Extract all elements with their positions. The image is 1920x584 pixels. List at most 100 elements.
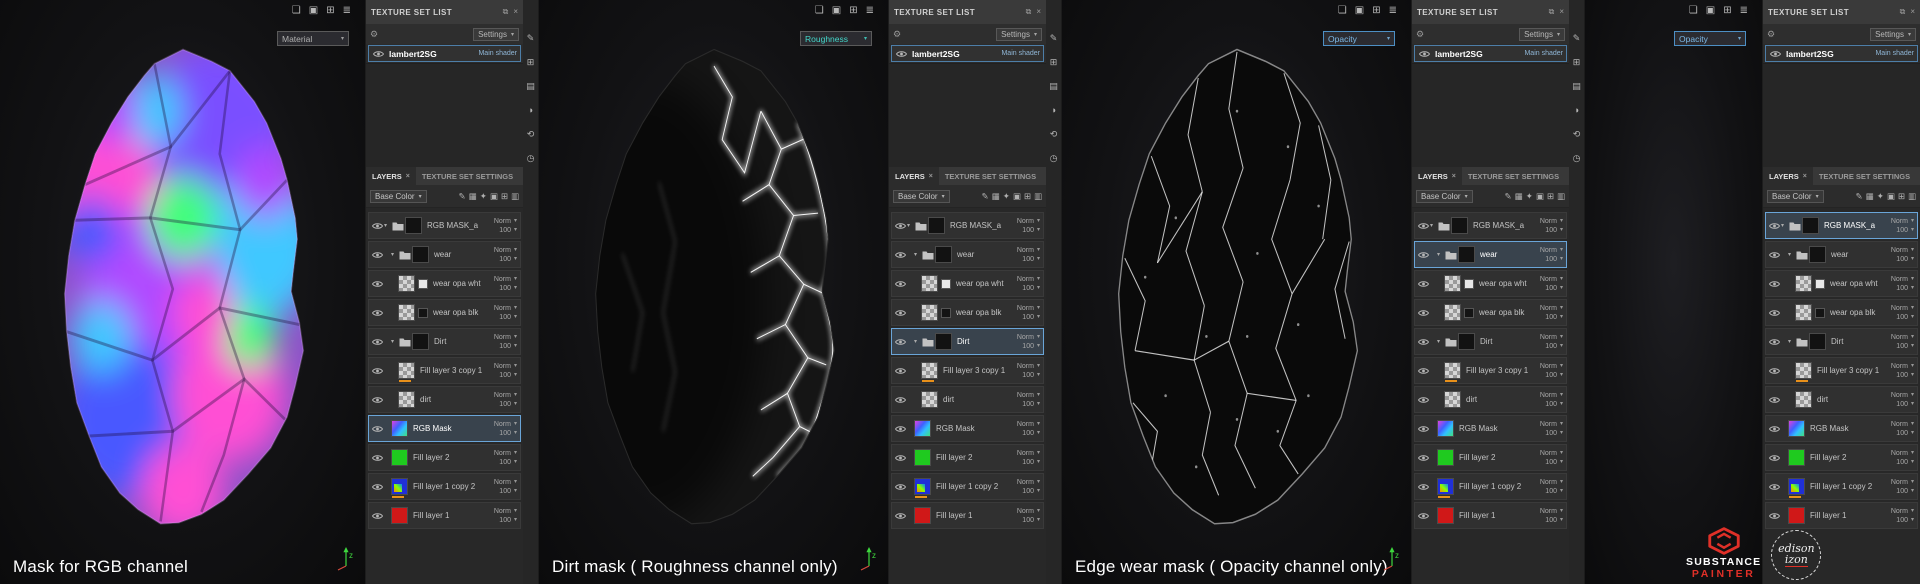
blend-mode-dropdown[interactable]: Norm ▾ [494,363,517,370]
gear-icon[interactable]: ⚙ [1767,29,1775,40]
blend-mode-dropdown[interactable]: Norm ▾ [1540,334,1563,341]
visibility-eye-icon[interactable] [894,512,907,520]
blend-mode-dropdown[interactable]: Norm ▾ [494,479,517,486]
opacity-dropdown[interactable]: 100 ▾ [499,488,517,495]
tab-texture-set-settings[interactable]: TEXTURE SET SETTINGS [939,167,1042,185]
gear-icon[interactable]: ⚙ [893,29,901,40]
blend-mode-dropdown[interactable]: Norm ▾ [1891,363,1914,370]
visibility-eye-icon[interactable] [371,338,384,346]
eraser-tool-icon[interactable]: ⊞ [1573,58,1581,67]
layer-row[interactable]: wear opa wht Norm ▾ 100 ▾ [1414,270,1567,297]
blend-mode-dropdown[interactable]: Norm ▾ [1017,421,1040,428]
panels-icon[interactable]: ❏ [815,6,824,16]
opacity-dropdown[interactable]: 100 ▾ [1545,285,1563,292]
opacity-dropdown[interactable]: 100 ▾ [1022,343,1040,350]
viewport-3d[interactable]: ❏ ▣ ⊞ ≣ Opacity ▾ [1585,0,1762,584]
tab-layers[interactable]: LAYERS × [889,167,939,185]
settings-dropdown[interactable]: Settings ▾ [473,27,519,41]
opacity-dropdown[interactable]: 100 ▾ [1545,430,1563,437]
camera-icon[interactable]: ▣ [832,6,841,16]
blend-mode-dropdown[interactable]: Norm ▾ [1017,305,1040,312]
stamp-icon[interactable]: ▦ [992,192,1000,201]
close-icon[interactable]: × [1452,173,1456,180]
visibility-eye-icon[interactable] [371,251,384,259]
layer-row[interactable]: RGB Mask Norm ▾ 100 ▾ [368,415,521,442]
layer-row[interactable]: Fill layer 1 copy 2 Norm ▾ 100 ▾ [891,473,1044,500]
effects-icon[interactable]: ✦ [480,192,487,201]
layer-row[interactable]: wear opa blk Norm ▾ 100 ▾ [1765,299,1918,326]
shader-type-label[interactable]: Main shader [478,50,517,57]
blend-mode-dropdown[interactable]: Norm ▾ [1891,334,1914,341]
paint-tool-icon[interactable]: ✎ [1573,34,1581,43]
opacity-dropdown[interactable]: 100 ▾ [1022,256,1040,263]
channel-selector-dropdown[interactable]: Base Color ▾ [370,189,427,203]
opacity-dropdown[interactable]: 100 ▾ [1022,517,1040,524]
visibility-eye-icon[interactable] [894,454,907,462]
visibility-eye-icon[interactable] [1417,454,1430,462]
texture-set-list-header[interactable]: TEXTURE SET LIST ⧉ × [1412,0,1569,24]
layer-row[interactable]: Fill layer 2 Norm ▾ 100 ▾ [1414,444,1567,471]
tab-texture-set-settings[interactable]: TEXTURE SET SETTINGS [1462,167,1565,185]
visibility-eye-icon[interactable] [1768,309,1781,317]
menu-icon[interactable]: ≣ [1740,6,1748,16]
viewport-channel-dropdown[interactable]: Material ▾ [277,31,349,46]
blend-mode-dropdown[interactable]: Norm ▾ [1017,363,1040,370]
opacity-dropdown[interactable]: 100 ▾ [1545,343,1563,350]
visibility-eye-icon[interactable] [1768,454,1781,462]
blend-mode-dropdown[interactable]: Norm ▾ [1017,479,1040,486]
trash-icon[interactable]: ▥ [1557,192,1565,201]
blend-mode-dropdown[interactable]: Norm ▾ [1540,276,1563,283]
visibility-eye-icon[interactable] [894,309,907,317]
layer-row[interactable]: Fill layer 1 copy 2 Norm ▾ 100 ▾ [1414,473,1567,500]
texture-set-item[interactable]: lambert2SG Main shader [368,45,521,62]
stamp-icon[interactable]: ▦ [469,192,477,201]
rock-model[interactable] [561,40,867,538]
channel-selector-dropdown[interactable]: Base Color ▾ [1767,189,1824,203]
layer-row[interactable]: wear opa blk Norm ▾ 100 ▾ [891,299,1044,326]
add-folder-icon[interactable]: ⊞ [501,192,508,201]
blend-mode-dropdown[interactable]: Norm ▾ [1891,479,1914,486]
opacity-dropdown[interactable]: 100 ▾ [499,256,517,263]
blend-mode-dropdown[interactable]: Norm ▾ [1891,421,1914,428]
panels-icon[interactable]: ❏ [1338,6,1347,16]
visibility-eye-icon[interactable] [1417,222,1430,230]
pop-out-icon[interactable]: ⧉ [1900,8,1906,16]
texture-set-item[interactable]: lambert2SG Main shader [1765,45,1918,62]
visibility-eye-icon[interactable] [1417,309,1430,317]
layer-row[interactable]: wear opa wht Norm ▾ 100 ▾ [368,270,521,297]
opacity-dropdown[interactable]: 100 ▾ [1545,372,1563,379]
layer-row[interactable]: ▾ RGB MASK_a Norm ▾ 100 ▾ [891,212,1044,239]
layer-row[interactable]: Fill layer 3 copy 1 Norm ▾ 100 ▾ [368,357,521,384]
viewport-channel-dropdown[interactable]: Opacity ▾ [1323,31,1395,46]
visibility-eye-icon[interactable] [894,280,907,288]
menu-icon[interactable]: ≣ [343,6,351,16]
history-icon[interactable]: ◷ [1573,154,1581,163]
close-icon[interactable]: × [513,8,518,16]
opacity-dropdown[interactable]: 100 ▾ [1896,488,1914,495]
add-mask-icon[interactable]: ▣ [1536,192,1544,201]
opacity-dropdown[interactable]: 100 ▾ [1896,285,1914,292]
display-settings-icon[interactable]: ⊞ [326,6,334,16]
opacity-dropdown[interactable]: 100 ▾ [499,459,517,466]
viewport-3d[interactable]: ❏ ▣ ⊞ ≣ Roughness ▾ Dirt mask ( Roughness c… [539,0,888,584]
opacity-dropdown[interactable]: 100 ▾ [1896,517,1914,524]
add-mask-icon[interactable]: ▣ [490,192,498,201]
folder-caret-icon[interactable]: ▾ [1437,251,1444,258]
add-folder-icon[interactable]: ⊞ [1024,192,1031,201]
visibility-eye-icon[interactable] [894,483,907,491]
layer-row[interactable]: Fill layer 1 Norm ▾ 100 ▾ [1414,502,1567,529]
close-icon[interactable]: × [929,173,933,180]
add-folder-icon[interactable]: ⊞ [1898,192,1905,201]
blend-mode-dropdown[interactable]: Norm ▾ [1540,392,1563,399]
folder-caret-icon[interactable]: ▾ [384,222,391,229]
blend-mode-dropdown[interactable]: Norm ▾ [1891,218,1914,225]
blend-mode-dropdown[interactable]: Norm ▾ [494,305,517,312]
rock-model[interactable] [1084,40,1390,538]
layer-row[interactable]: ▾ RGB MASK_a Norm ▾ 100 ▾ [368,212,521,239]
add-folder-icon[interactable]: ⊞ [1547,192,1554,201]
blend-mode-dropdown[interactable]: Norm ▾ [1017,450,1040,457]
blend-mode-dropdown[interactable]: Norm ▾ [1891,305,1914,312]
visibility-eye-icon[interactable] [1417,425,1430,433]
pencil-icon[interactable]: ✎ [982,192,989,201]
opacity-dropdown[interactable]: 100 ▾ [499,401,517,408]
